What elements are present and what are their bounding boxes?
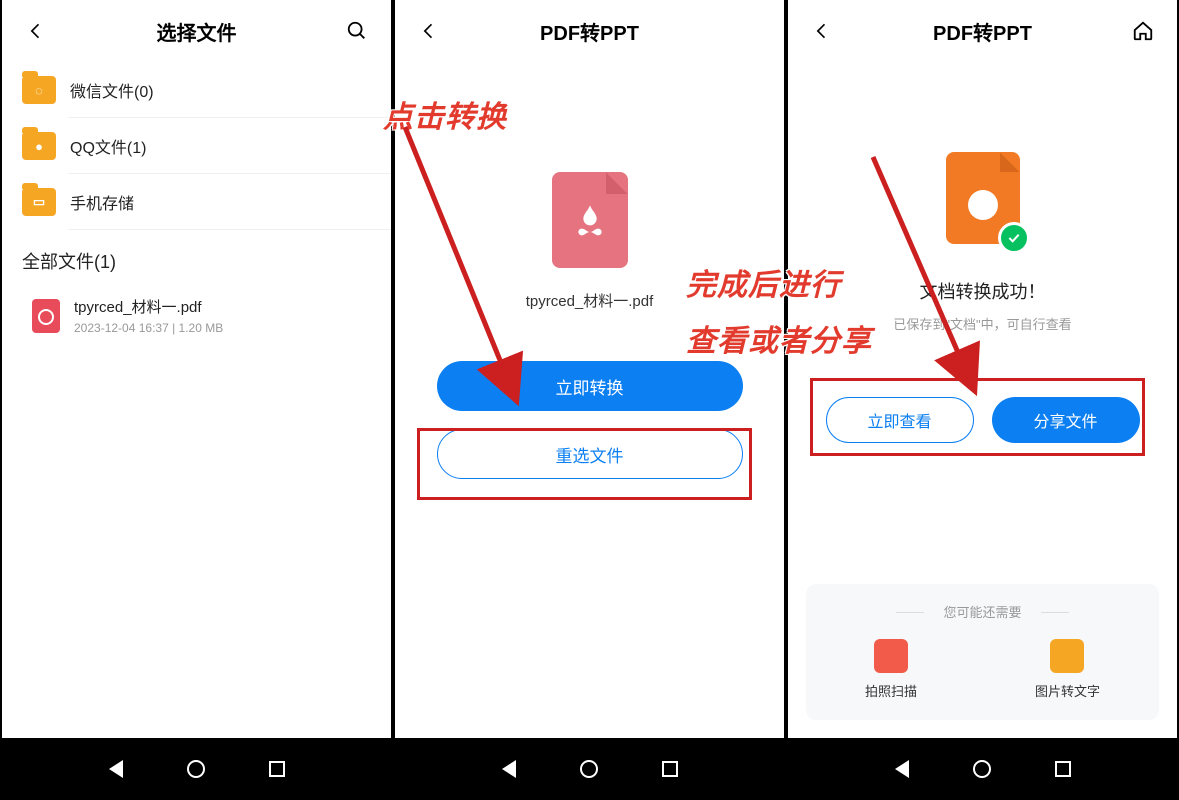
panel-result: PDF转PPT 文档转换成功！ 已保存到"文档"中，可自行查看 立即查看 分享文…: [786, 0, 1179, 800]
android-navbar: [2, 738, 391, 800]
suggest-label: 拍照扫描: [865, 681, 917, 700]
view-button[interactable]: 立即查看: [826, 397, 974, 443]
folder-label: 手机存储: [70, 190, 134, 214]
ppt-large-icon: [946, 152, 1020, 244]
pdf-icon: [32, 299, 60, 333]
share-button[interactable]: 分享文件: [992, 397, 1140, 443]
reselect-button[interactable]: 重选文件: [437, 429, 743, 479]
panel-file-select: 选择文件 ◌ 微信文件(0) ● QQ文件(1) ▭ 手机存储 全部文件(1) …: [0, 0, 393, 800]
back-icon[interactable]: [413, 15, 445, 47]
topbar: PDF转PPT: [395, 0, 784, 62]
folder-label: 微信文件(0): [70, 78, 154, 102]
success-check-icon: [998, 222, 1030, 254]
android-navbar: [788, 738, 1177, 800]
folder-qq[interactable]: ● QQ文件(1): [2, 118, 391, 174]
nav-recent-icon[interactable]: [269, 761, 285, 777]
android-navbar: [395, 738, 784, 800]
panel-convert: PDF转PPT tpyrced_材料一.pdf 立即转换 重选文件 点击转换: [393, 0, 786, 800]
annotation-text-2: 查看或者分享: [686, 316, 872, 360]
selected-file-name: tpyrced_材料一.pdf: [526, 290, 654, 311]
body: 文档转换成功！ 已保存到"文档"中，可自行查看 立即查看 分享文件 完成后进行 …: [788, 62, 1177, 584]
page-title: 选择文件: [52, 17, 341, 46]
convert-button[interactable]: 立即转换: [437, 361, 743, 411]
folder-phone-storage[interactable]: ▭ 手机存储: [2, 174, 391, 230]
success-subtitle: 已保存到"文档"中，可自行查看: [893, 314, 1071, 333]
back-icon[interactable]: [806, 15, 838, 47]
nav-back-icon[interactable]: [895, 760, 909, 778]
image-to-text-icon: [1050, 639, 1084, 673]
folder-icon: ▭: [22, 188, 56, 216]
file-name: tpyrced_材料一.pdf: [74, 296, 223, 317]
annotation-text: 点击转换: [383, 92, 507, 136]
search-icon[interactable]: [341, 15, 373, 47]
nav-back-icon[interactable]: [502, 760, 516, 778]
page-title: PDF转PPT: [838, 17, 1127, 46]
topbar: 选择文件: [2, 0, 391, 62]
spacer: [734, 15, 766, 47]
section-all-files: 全部文件(1): [2, 230, 391, 284]
folder-wechat[interactable]: ◌ 微信文件(0): [2, 62, 391, 118]
folder-label: QQ文件(1): [70, 134, 146, 158]
back-icon[interactable]: [20, 15, 52, 47]
page-title: PDF转PPT: [445, 17, 734, 46]
file-item[interactable]: tpyrced_材料一.pdf 2023-12-04 16:37 | 1.20 …: [12, 284, 391, 347]
nav-home-icon[interactable]: [580, 760, 598, 778]
camera-scan-icon: [874, 639, 908, 673]
nav-back-icon[interactable]: [109, 760, 123, 778]
topbar: PDF转PPT: [788, 0, 1177, 62]
annotation-text-1: 完成后进行: [686, 260, 841, 304]
suggestions-title: 您可能还需要: [806, 602, 1159, 621]
folder-list: ◌ 微信文件(0) ● QQ文件(1) ▭ 手机存储: [2, 62, 391, 230]
body: tpyrced_材料一.pdf 立即转换 重选文件 点击转换: [395, 62, 784, 738]
nav-recent-icon[interactable]: [662, 761, 678, 777]
file-meta: 2023-12-04 16:37 | 1.20 MB: [74, 321, 223, 335]
nav-home-icon[interactable]: [973, 760, 991, 778]
suggest-label: 图片转文字: [1035, 681, 1100, 700]
success-title: 文档转换成功！: [920, 278, 1046, 304]
suggest-scan[interactable]: 拍照扫描: [865, 639, 917, 700]
home-icon[interactable]: [1127, 15, 1159, 47]
suggestions-card: 您可能还需要 拍照扫描 图片转文字: [806, 584, 1159, 720]
nav-home-icon[interactable]: [187, 760, 205, 778]
pdf-large-icon: [552, 172, 628, 268]
folder-icon: ◌: [22, 76, 56, 104]
nav-recent-icon[interactable]: [1055, 761, 1071, 777]
suggest-ocr[interactable]: 图片转文字: [1035, 639, 1100, 700]
action-buttons: 立即查看 分享文件: [826, 397, 1140, 443]
folder-icon: ●: [22, 132, 56, 160]
